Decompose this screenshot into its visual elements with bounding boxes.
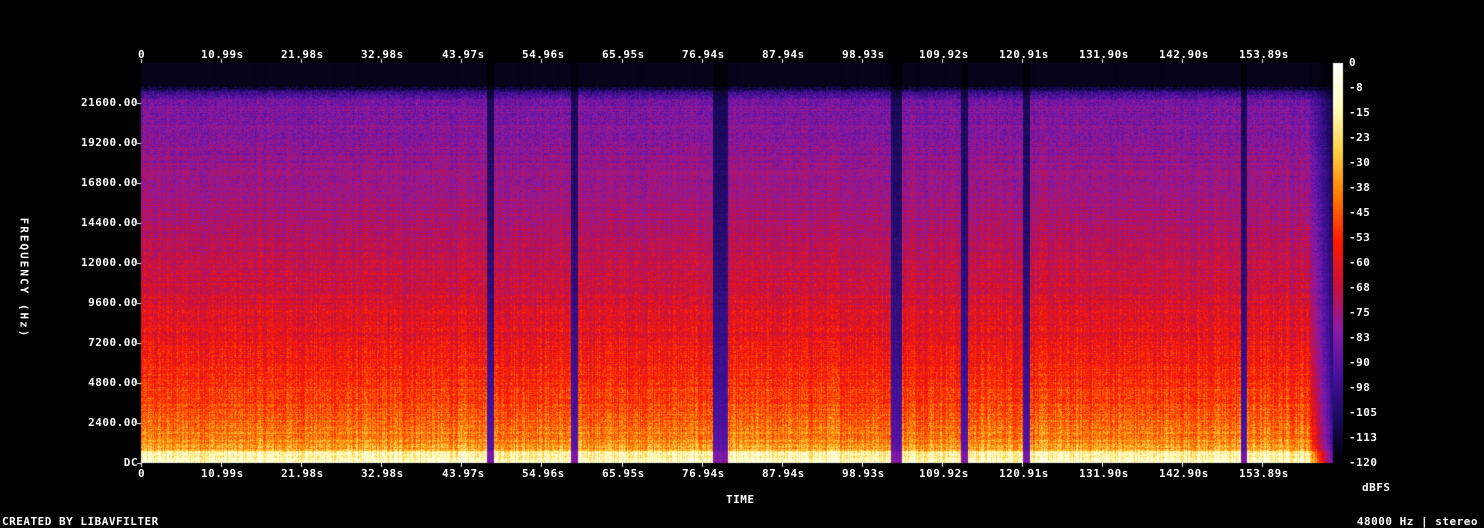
x-tick-top: 131.90s [1079, 48, 1129, 61]
colorbar-tick: -15 [1349, 106, 1371, 119]
x-tick-bottom: 0 [138, 467, 146, 480]
colorbar-title: dBFS [1362, 481, 1391, 494]
y-tick: 14400.00 [81, 216, 138, 229]
x-tick-bottom: 43.97s [442, 467, 485, 480]
x-tick-top: 10.99s [201, 48, 244, 61]
x-tick-top: 142.90s [1159, 48, 1209, 61]
y-tick: 4800.00 [88, 376, 138, 389]
colorbar-tick: -113 [1349, 431, 1378, 444]
y-axis-title: FREQUENCY (Hz) [17, 217, 31, 339]
x-tick-bottom: 32.98s [361, 467, 404, 480]
colorbar-tick: -23 [1349, 131, 1371, 144]
x-tick-bottom: 109.92s [919, 467, 969, 480]
colorbar-tick: -8 [1349, 81, 1364, 94]
colorbar-tick: -68 [1349, 281, 1371, 294]
x-tick-bottom: 120.91s [999, 467, 1049, 480]
y-tick: 21600.00 [81, 96, 138, 109]
x-tick-bottom: 131.90s [1079, 467, 1129, 480]
x-tick-top: 43.97s [442, 48, 485, 61]
colorbar-tick: -30 [1349, 156, 1371, 169]
colorbar-tick: -98 [1349, 381, 1371, 394]
y-tick: 9600.00 [88, 296, 138, 309]
x-tick-bottom: 21.98s [281, 467, 324, 480]
y-tick: 12000.00 [81, 256, 138, 269]
x-tick-bottom: 153.89s [1239, 467, 1289, 480]
x-tick-top: 87.94s [762, 48, 805, 61]
y-tick: 19200.00 [81, 136, 138, 149]
x-tick-bottom: 142.90s [1159, 467, 1209, 480]
colorbar-tick: -90 [1349, 356, 1371, 369]
x-tick-bottom: 87.94s [762, 467, 805, 480]
spectrogram-canvas [0, 0, 1484, 528]
x-tick-top: 153.89s [1239, 48, 1289, 61]
x-tick-bottom: 65.95s [602, 467, 645, 480]
colorbar-tick: -83 [1349, 331, 1371, 344]
colorbar-tick: -120 [1349, 456, 1378, 469]
x-tick-top: 98.93s [842, 48, 885, 61]
y-axis-title-wrap: FREQUENCY (Hz) [14, 208, 34, 348]
colorbar-tick: -38 [1349, 181, 1371, 194]
x-tick-top: 120.91s [999, 48, 1049, 61]
x-tick-top: 109.92s [919, 48, 969, 61]
colorbar-tick: -53 [1349, 231, 1371, 244]
y-tick: 16800.00 [81, 176, 138, 189]
footer-format: 48000 Hz | stereo [1356, 515, 1478, 528]
colorbar-tick: 0 [1349, 56, 1357, 69]
x-tick-top: 0 [138, 48, 146, 61]
y-tick: DC [123, 456, 138, 469]
x-tick-bottom: 76.94s [682, 467, 725, 480]
x-tick-top: 54.96s [522, 48, 565, 61]
x-tick-top: 32.98s [361, 48, 404, 61]
x-tick-bottom: 54.96s [522, 467, 565, 480]
colorbar-tick: -75 [1349, 306, 1371, 319]
x-tick-bottom: 10.99s [201, 467, 244, 480]
x-tick-top: 76.94s [682, 48, 725, 61]
colorbar-tick: -45 [1349, 206, 1371, 219]
x-tick-bottom: 98.93s [842, 467, 885, 480]
y-tick: 7200.00 [88, 336, 138, 349]
colorbar-tick: -105 [1349, 406, 1378, 419]
x-tick-top: 65.95s [602, 48, 645, 61]
y-tick: 2400.00 [88, 416, 138, 429]
colorbar-tick: -60 [1349, 256, 1371, 269]
x-axis-title: TIME [726, 493, 755, 506]
x-tick-top: 21.98s [281, 48, 324, 61]
footer-credit: CREATED BY LIBAVFILTER [2, 515, 159, 528]
